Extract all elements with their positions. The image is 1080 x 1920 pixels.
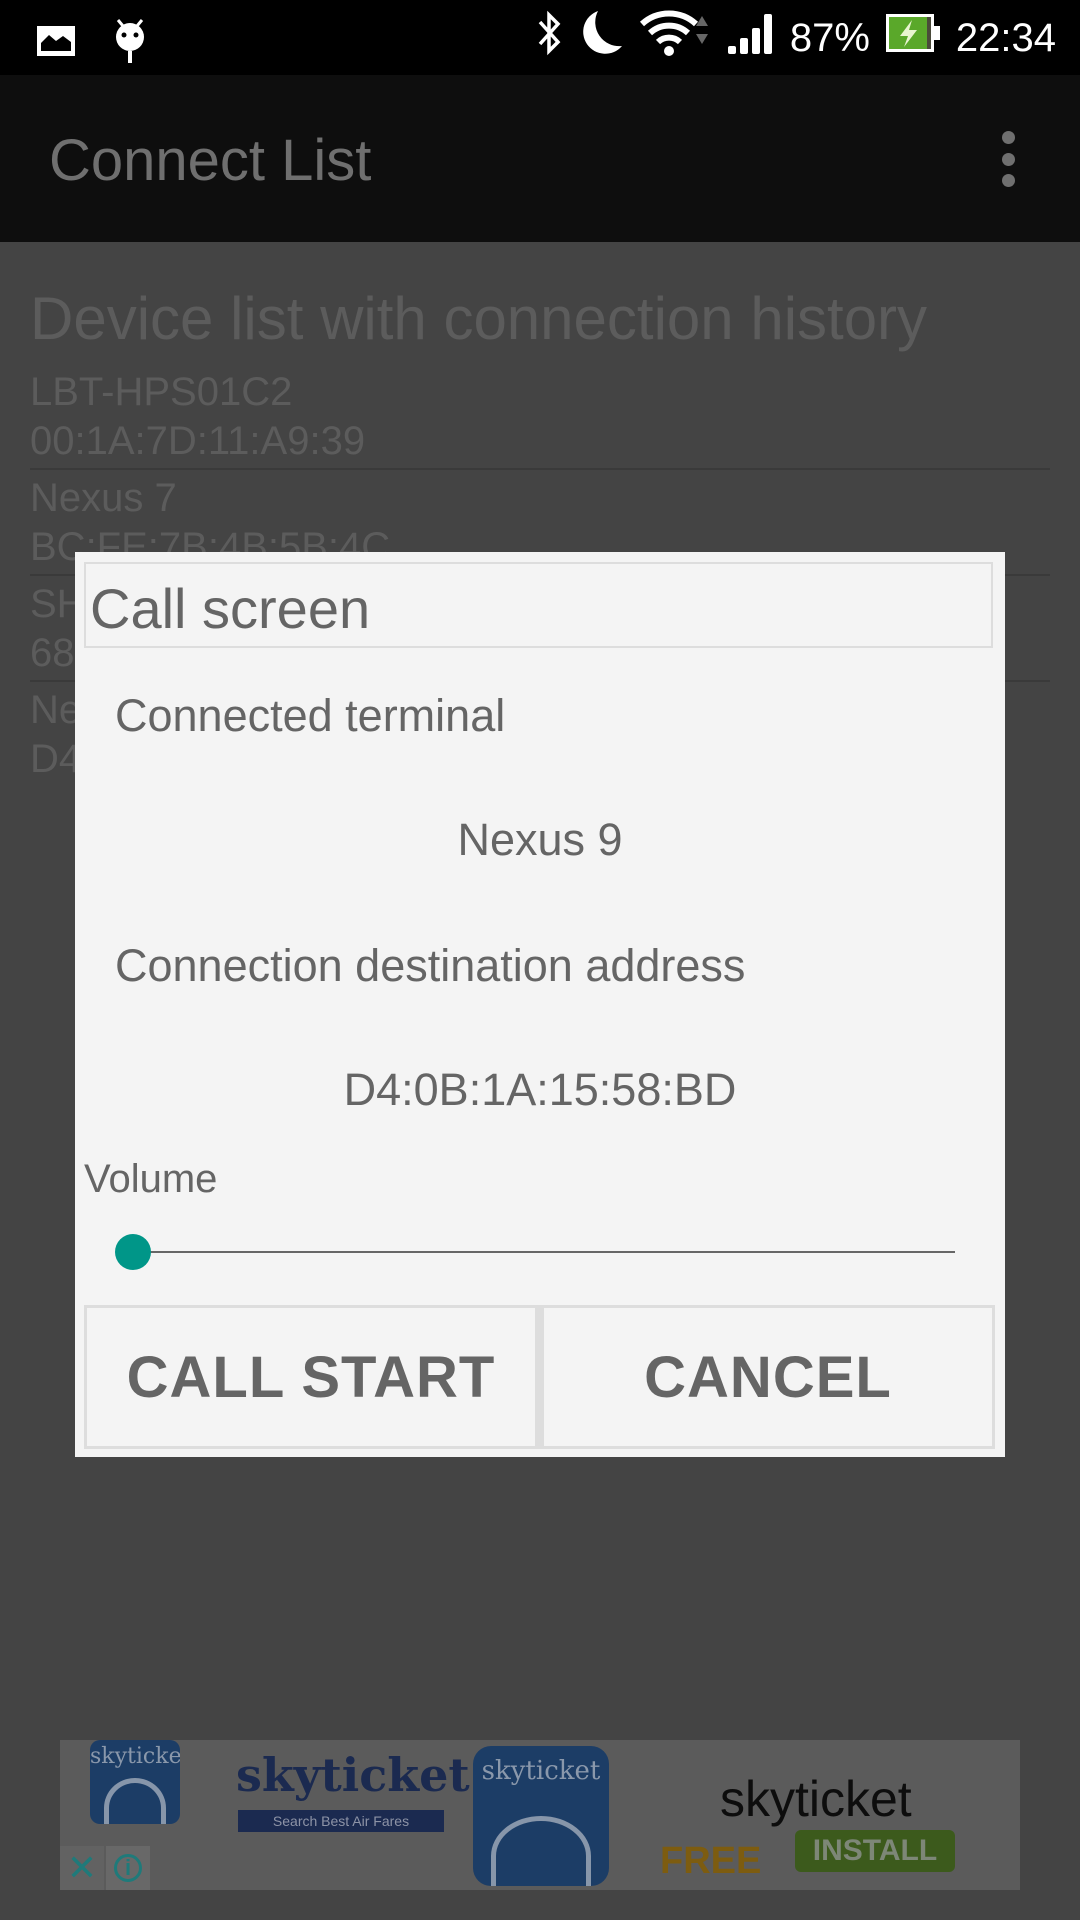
cancel-button[interactable]: CANCEL [538,1305,995,1449]
ad-brand-logo: skyticket [236,1748,470,1802]
app-bar: Connect List [0,75,1080,242]
overflow-menu-icon[interactable] [996,131,1020,187]
gallery-icon [36,25,76,62]
device-name: LBT-HPS01C2 [30,370,293,414]
address-value: D4:0B:1A:15:58:BD [343,1064,737,1115]
address-label: Connection destination address [115,940,746,991]
connected-terminal-label: Connected terminal [115,690,506,741]
volume-label: Volume [84,1157,218,1201]
dialog-title-bar: Call screen [84,562,993,648]
device-address: 00:1A:7D:11:A9:39 [30,419,366,463]
ad-info-icon[interactable]: i [106,1846,150,1890]
volume-slider[interactable] [115,1232,955,1272]
ad-tagline: Search Best Air Fares [238,1810,444,1832]
ad-price: FREE [660,1840,762,1882]
ad-app-icon-small: skyticket [90,1740,180,1824]
list-item[interactable]: LBT-HPS01C2 00:1A:7D:11:A9:39 [30,364,1050,470]
ad-banner[interactable]: skyticket skyticket Search Best Air Fare… [60,1740,1020,1890]
clock: 22:34 [955,15,1056,60]
ad-app-name: skyticket [720,1771,912,1827]
battery-charging-icon [884,12,942,64]
device-name: Nexus 7 [30,476,177,520]
ad-install-button[interactable]: INSTALL [795,1830,955,1872]
do-not-disturb-moon-icon [578,8,624,68]
cell-signal-icon [726,10,776,66]
app-title: Connect List [49,128,372,193]
ad-close-icon[interactable]: ✕ [60,1846,104,1890]
dialog-button-row: CALL START CANCEL [84,1305,995,1449]
connected-terminal-value: Nexus 9 [457,814,623,865]
volume-slider-thumb[interactable] [115,1234,151,1270]
ad-app-icon: skyticket [473,1746,609,1886]
bluetooth-icon [534,10,564,66]
volume-slider-track[interactable] [133,1251,955,1253]
page-heading: Device list with connection history [30,285,928,352]
status-bar: 87% 22:34 [0,0,1080,75]
battery-percent: 87% [789,15,870,60]
wifi-icon [638,8,712,68]
call-start-button[interactable]: CALL START [84,1305,538,1449]
call-screen-dialog: Call screen Connected terminal Nexus 9 C… [75,552,1005,1457]
android-debug-icon [112,18,148,69]
dialog-title: Call screen [90,577,371,640]
